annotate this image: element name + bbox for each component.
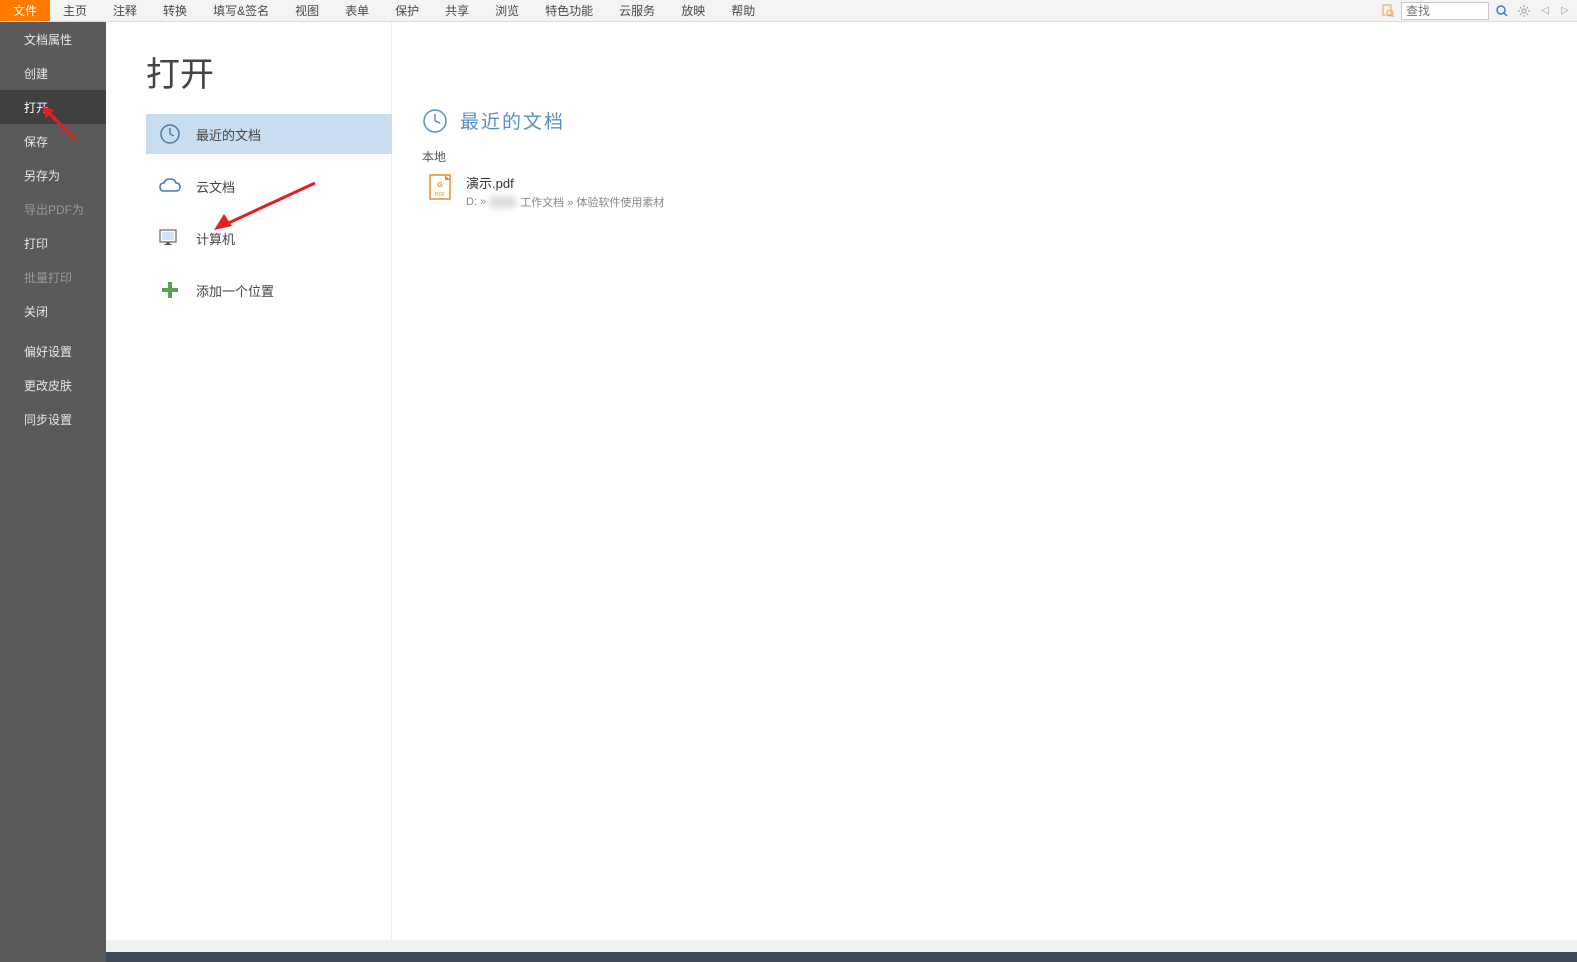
sidebar-item-save[interactable]: 保存 (0, 124, 106, 158)
location-label: 最近的文档 (196, 125, 261, 144)
location-cloud[interactable]: 云文档 (146, 166, 392, 206)
menu-tab-share[interactable]: 共享 (432, 0, 482, 21)
status-bar-upper (106, 940, 1577, 952)
sidebar-item-close[interactable]: 关闭 (0, 294, 106, 328)
nav-prev-icon[interactable]: ◁ (1537, 0, 1553, 22)
location-label: 计算机 (196, 229, 235, 248)
sidebar-item-saveas[interactable]: 另存为 (0, 158, 106, 192)
file-sidebar: 文档属性 创建 打开 保存 另存为 导出PDF为 打印 批量打印 关闭 偏好设置… (0, 22, 106, 962)
menu-tab-file[interactable]: 文件 (0, 0, 50, 21)
cloud-icon (158, 174, 182, 198)
recent-file-row[interactable]: G PDF 演示.pdf D: » xxxx 工作文档 » 体验软件使用素材 (422, 171, 1577, 212)
sidebar-item-preferences[interactable]: 偏好设置 (0, 334, 106, 368)
menu-tab-features[interactable]: 特色功能 (532, 0, 606, 21)
section-label-local: 本地 (422, 148, 1577, 165)
menu-tab-annotate[interactable]: 注释 (100, 0, 150, 21)
file-info: 演示.pdf D: » xxxx 工作文档 » 体验软件使用素材 (466, 173, 664, 210)
location-computer[interactable]: 计算机 (146, 218, 392, 258)
menu-tab-form[interactable]: 表单 (332, 0, 382, 21)
file-path: D: » xxxx 工作文档 » 体验软件使用素材 (466, 194, 664, 210)
menu-tab-fill-sign[interactable]: 填写&签名 (200, 0, 282, 21)
menu-tab-cloud[interactable]: 云服务 (606, 0, 668, 21)
sidebar-item-export: 导出PDF为 (0, 192, 106, 226)
panel-heading-text: 最近的文档 (460, 107, 565, 134)
clock-icon (422, 108, 448, 134)
menu-tab-view[interactable]: 视图 (282, 0, 332, 21)
computer-icon (158, 226, 182, 250)
search-input[interactable] (1401, 2, 1489, 20)
sidebar-item-print[interactable]: 打印 (0, 226, 106, 260)
sidebar-item-create[interactable]: 创建 (0, 56, 106, 90)
location-add[interactable]: 添加一个位置 (146, 270, 392, 310)
nav-next-icon[interactable]: ▷ (1557, 0, 1573, 22)
svg-text:PDF: PDF (435, 192, 445, 198)
menu-bar: 文件 主页 注释 转换 填写&签名 视图 表单 保护 共享 浏览 特色功能 云服… (0, 0, 1577, 22)
menu-tab-browse[interactable]: 浏览 (482, 0, 532, 21)
search-doc-icon[interactable] (1379, 2, 1397, 20)
recent-docs-panel: 最近的文档 本地 G PDF 演示.pdf D: » xxxx 工作文档 » 体验… (392, 22, 1577, 962)
location-label: 添加一个位置 (196, 281, 274, 300)
menu-tab-protect[interactable]: 保护 (382, 0, 432, 21)
menu-spacer (768, 0, 1379, 21)
menu-tab-home[interactable]: 主页 (50, 0, 100, 21)
page-title: 打开 (106, 47, 391, 96)
open-locations-panel: 打开 最近的文档 云文档 计算机 添加一个位置 (106, 22, 392, 962)
sidebar-item-batchprint: 批量打印 (0, 260, 106, 294)
menu-tab-help[interactable]: 帮助 (718, 0, 768, 21)
menu-tab-present[interactable]: 放映 (668, 0, 718, 21)
gear-icon[interactable] (1515, 2, 1533, 20)
panel-heading: 最近的文档 (422, 107, 1577, 134)
clock-icon (158, 122, 182, 146)
search-wrap: ◁ ▷ (1379, 0, 1577, 21)
svg-text:G: G (437, 182, 443, 189)
status-bar-lower (106, 952, 1577, 962)
plus-icon (158, 278, 182, 302)
pdf-file-icon: G PDF (428, 173, 452, 201)
menu-tab-convert[interactable]: 转换 (150, 0, 200, 21)
location-label: 云文档 (196, 177, 235, 196)
sidebar-item-skin[interactable]: 更改皮肤 (0, 368, 106, 402)
sidebar-item-sync[interactable]: 同步设置 (0, 402, 106, 436)
location-recent[interactable]: 最近的文档 (146, 114, 392, 154)
file-name: 演示.pdf (466, 173, 664, 192)
sidebar-item-open[interactable]: 打开 (0, 90, 106, 124)
search-icon[interactable] (1493, 2, 1511, 20)
sidebar-item-properties[interactable]: 文档属性 (0, 22, 106, 56)
